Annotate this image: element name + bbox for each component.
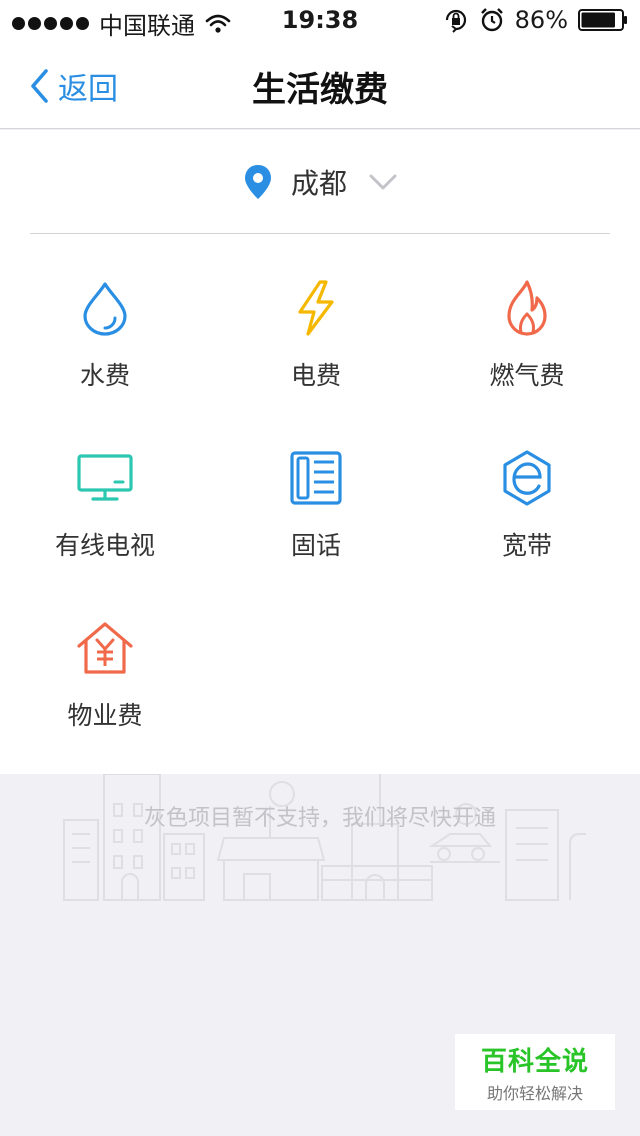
alarm-icon	[480, 8, 503, 32]
city-skyline-illustration	[63, 774, 586, 901]
broadband-icon	[503, 450, 551, 506]
battery-icon	[578, 9, 627, 31]
battery-percent: 86%	[514, 6, 568, 34]
location-pin-icon	[244, 164, 271, 199]
status-bar: 中国联通 19:38 86%	[0, 0, 640, 40]
content-panel: 成都 水费 电费 燃气费 有线电视 固话 宽带 物业费	[0, 130, 640, 774]
service-label: 有线电视	[54, 531, 155, 560]
service-broadband[interactable]: 宽带	[437, 448, 617, 588]
house-yen-icon	[77, 622, 133, 674]
page-title: 生活缴费	[252, 70, 388, 110]
service-label: 物业费	[67, 701, 143, 730]
service-landline[interactable]: 固话	[226, 448, 406, 588]
water-drop-icon	[83, 282, 127, 336]
service-label: 宽带	[501, 531, 552, 560]
status-right: 86%	[443, 6, 628, 34]
service-label: 燃气费	[489, 361, 565, 390]
watermark-title: 百科全说	[480, 1046, 589, 1077]
watermark-logo: 百科全说 助你轻松解决	[455, 1034, 615, 1110]
tv-icon	[77, 454, 133, 501]
service-label: 电费	[290, 361, 341, 390]
service-label: 水费	[79, 361, 130, 390]
service-cable-tv[interactable]: 有线电视	[15, 448, 195, 588]
watermark-subtitle: 助你轻松解决	[486, 1083, 583, 1103]
orientation-lock-icon	[445, 9, 466, 33]
city-name: 成都	[290, 166, 347, 200]
navigation-bar: 返回 生活缴费	[0, 40, 640, 129]
chevron-down-icon	[369, 174, 397, 189]
flame-icon	[507, 280, 547, 336]
service-property-fee[interactable]: 物业费	[15, 618, 195, 758]
service-label: 固话	[290, 531, 341, 560]
service-water[interactable]: 水费	[15, 278, 195, 418]
unsupported-notice: 灰色项目暂不支持，我们将尽快开通	[143, 806, 496, 831]
city-selector[interactable]: 成都	[30, 130, 610, 234]
service-electricity[interactable]: 电费	[226, 278, 406, 418]
phone-icon	[290, 451, 342, 505]
lightning-icon	[298, 280, 334, 336]
service-gas[interactable]: 燃气费	[437, 278, 617, 418]
